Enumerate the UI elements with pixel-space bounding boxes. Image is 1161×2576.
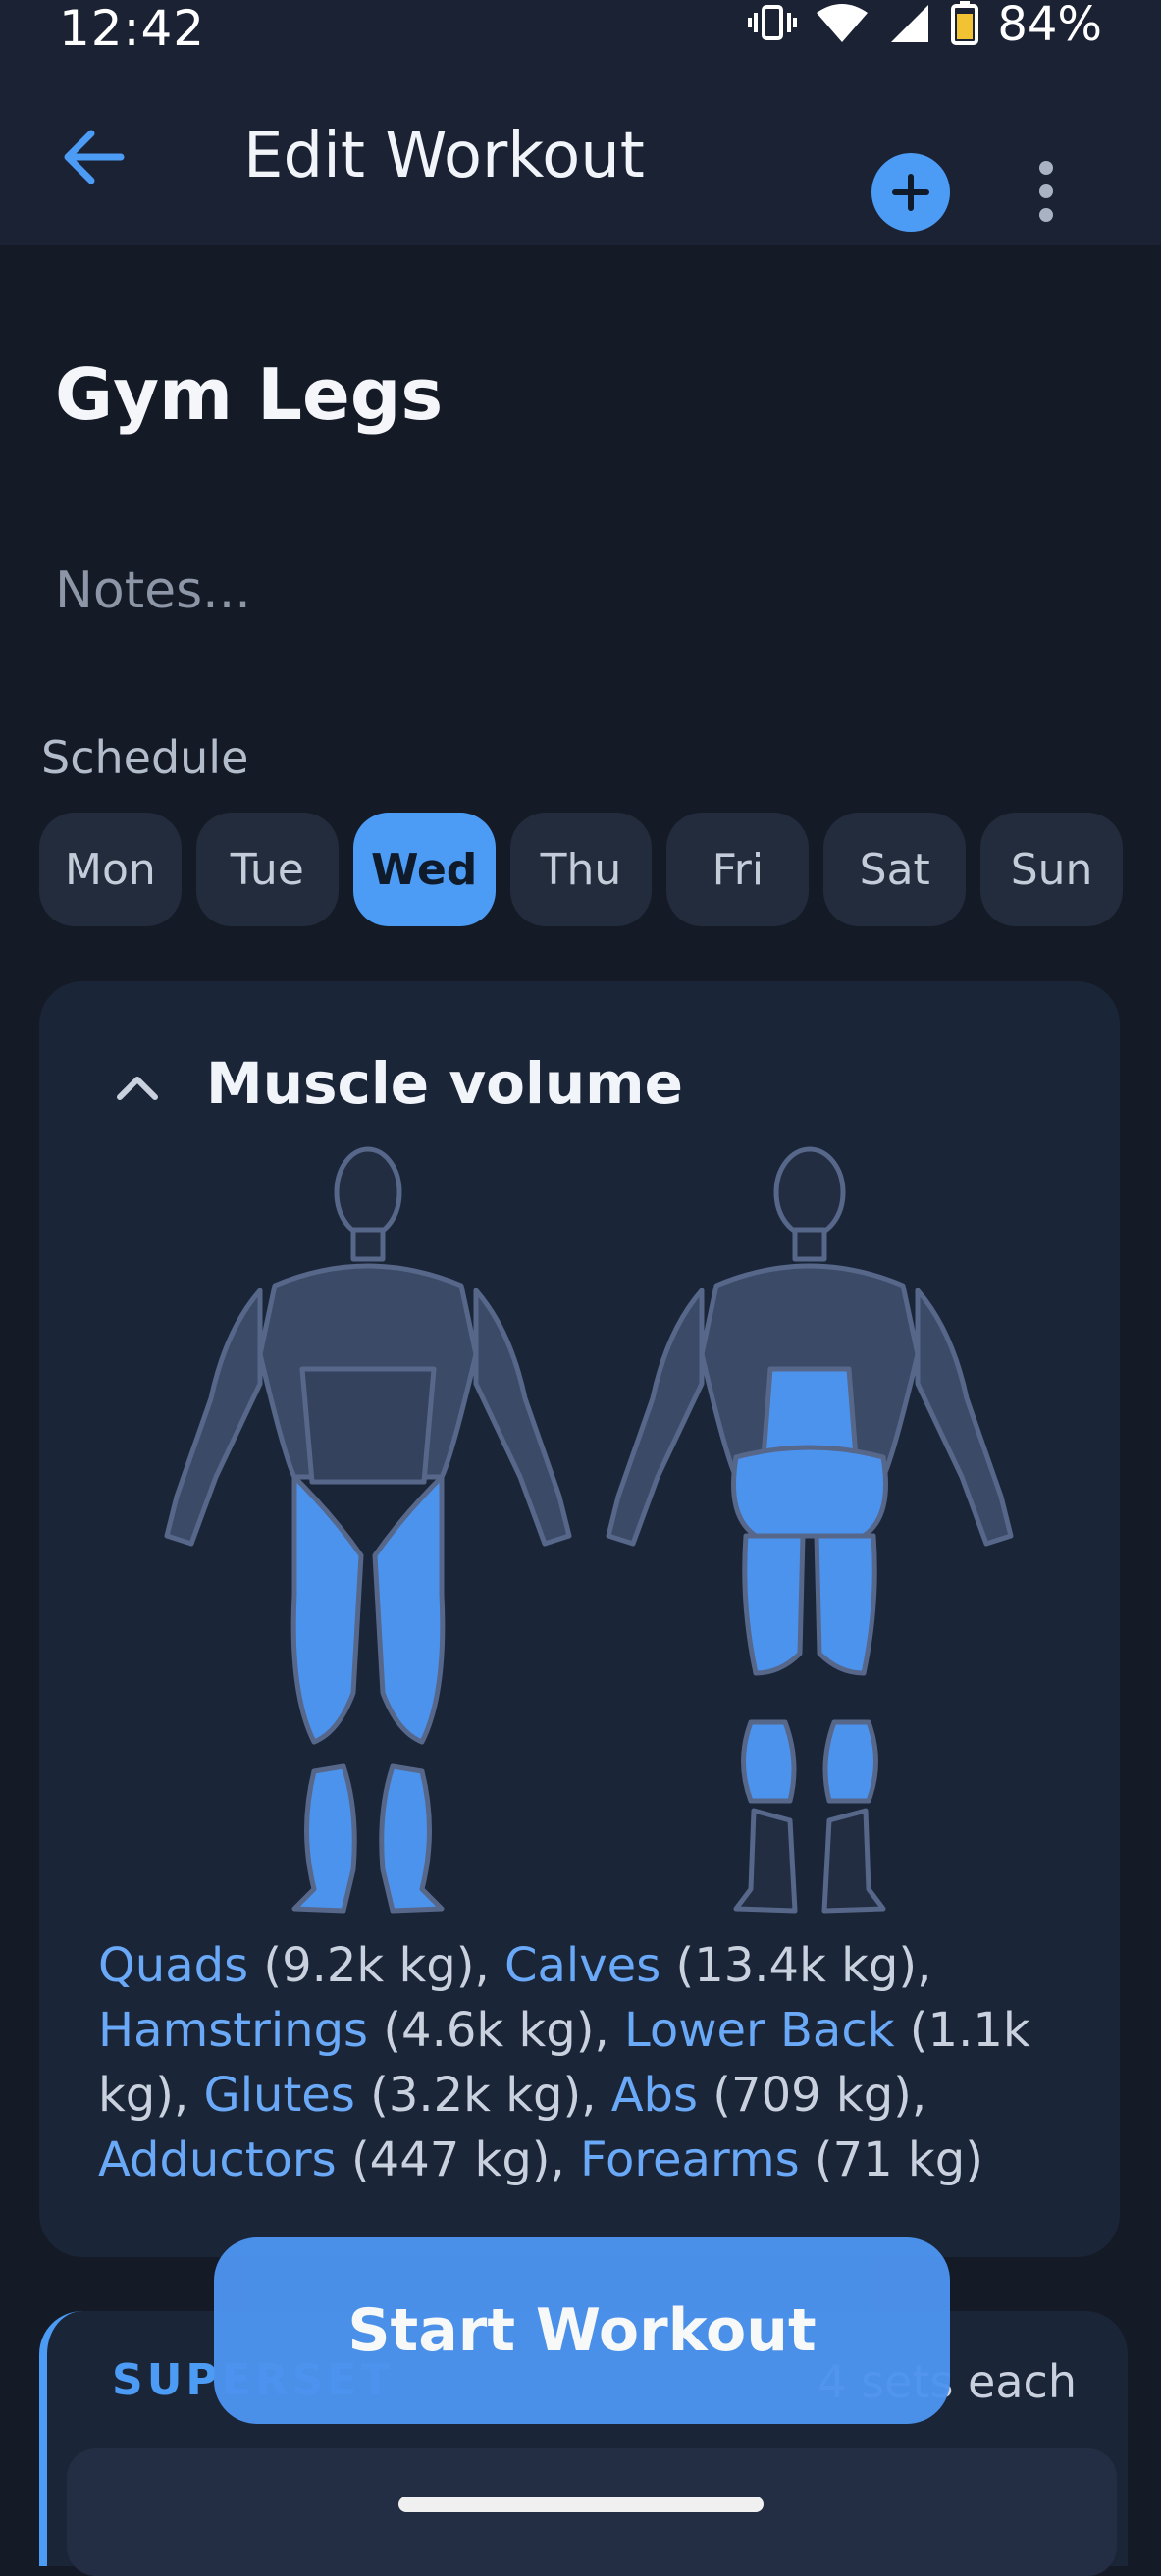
day-chip-wed[interactable]: Wed	[352, 813, 496, 926]
muscle-link[interactable]: Glutes	[204, 2068, 355, 2123]
day-chip-fri[interactable]: Fri	[666, 813, 810, 926]
muscle-link[interactable]: Forearms	[580, 2132, 800, 2187]
day-chip-sat[interactable]: Sat	[823, 813, 967, 926]
schedule-day-selector: Mon Tue Wed Thu Fri Sat Sun	[39, 813, 1124, 926]
day-chip-mon[interactable]: Mon	[39, 813, 182, 926]
muscle-map	[164, 1146, 1014, 1914]
home-indicator[interactable]	[398, 2497, 764, 2512]
page-title: Edit Workout	[243, 120, 645, 192]
muscle-link[interactable]: Hamstrings	[98, 2003, 368, 2058]
exercise-item[interactable]	[67, 2448, 1117, 2576]
muscle-link[interactable]: Calves	[504, 1938, 660, 1993]
muscle-link[interactable]: Abs	[611, 2068, 698, 2123]
muscle-volume-value: (709 kg)	[712, 2068, 912, 2123]
wifi-icon	[815, 1, 870, 48]
muscle-volume-card: Muscle volume Quads (9.2k kg), Calves (1…	[39, 981, 1120, 2257]
muscle-volume-value: (4.6k kg)	[383, 2003, 595, 2058]
body-front	[164, 1146, 572, 1914]
muscle-volume-value: (71 kg)	[814, 2132, 983, 2187]
back-button[interactable]	[59, 123, 128, 191]
status-icons: 84%	[748, 0, 1102, 52]
schedule-label: Schedule	[41, 731, 249, 784]
workout-name-field[interactable]: Gym Legs	[55, 353, 443, 436]
collapse-toggle[interactable]	[108, 1058, 167, 1117]
signal-icon	[887, 1, 932, 48]
arrow-left-icon	[64, 130, 125, 184]
more-vert-icon	[1039, 161, 1053, 222]
day-chip-sun[interactable]: Sun	[980, 813, 1124, 926]
status-time: 12:42	[59, 0, 206, 57]
chevron-up-icon	[117, 1077, 158, 1100]
muscle-volume-summary: Quads (9.2k kg), Calves (13.4k kg), Hams…	[98, 1938, 1030, 2187]
muscle-link[interactable]: Adductors	[98, 2132, 337, 2187]
battery-percent: 84%	[997, 0, 1102, 52]
muscle-volume-value: (447 kg)	[350, 2132, 551, 2187]
day-chip-tue[interactable]: Tue	[195, 813, 339, 926]
body-back	[606, 1146, 1014, 1914]
day-chip-thu[interactable]: Thu	[509, 813, 653, 926]
vibrate-icon	[748, 1, 798, 48]
battery-icon	[950, 0, 979, 49]
app-bar: Edit Workout	[0, 69, 1161, 245]
muscle-volume-value: (13.4k kg)	[675, 1938, 918, 1993]
muscle-link[interactable]: Lower Back	[624, 2003, 895, 2058]
add-exercise-button[interactable]	[871, 153, 950, 232]
plus-icon	[892, 174, 929, 211]
more-options-button[interactable]	[1021, 157, 1072, 226]
muscle-link[interactable]: Quads	[98, 1938, 248, 1993]
muscle-volume-value: (3.2k kg)	[370, 2068, 582, 2123]
notes-field[interactable]: Notes...	[55, 561, 251, 620]
muscle-volume-title: Muscle volume	[206, 1050, 683, 1117]
status-bar: 12:42 84%	[0, 0, 1161, 69]
start-workout-button[interactable]: Start Workout	[214, 2237, 950, 2424]
muscle-volume-value: (9.2k kg)	[263, 1938, 475, 1993]
